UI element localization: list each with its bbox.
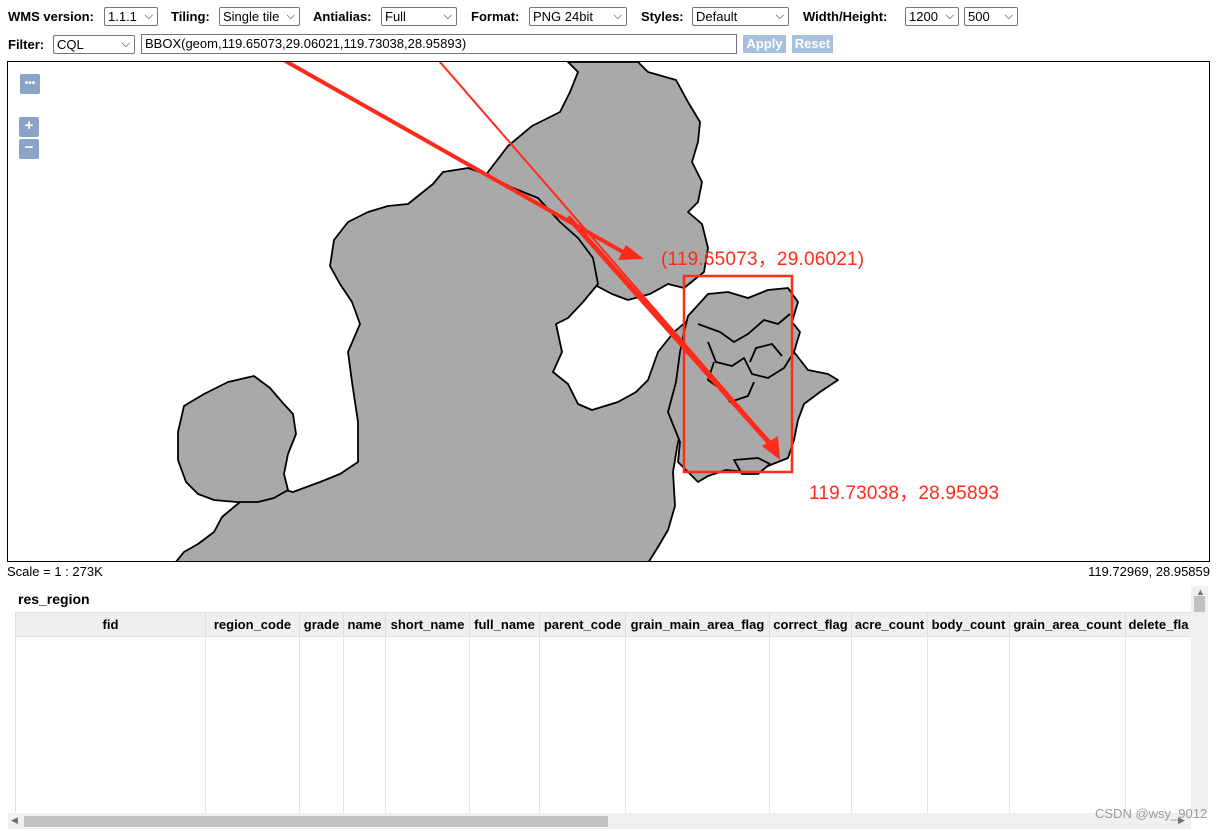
column-header[interactable]: acre_count <box>852 613 928 636</box>
zoom-out-button[interactable]: − <box>19 139 39 159</box>
column-divider <box>1125 636 1126 812</box>
column-divider <box>385 636 386 812</box>
column-header[interactable]: fid <box>16 613 206 636</box>
map-canvas[interactable] <box>8 62 1210 562</box>
column-header[interactable]: grade <box>300 613 344 636</box>
wms-version-label: WMS version: <box>8 9 94 24</box>
column-header[interactable]: delete_fla <box>1126 613 1192 636</box>
watermark: CSDN @wsy_9012 <box>1095 806 1208 821</box>
column-header[interactable]: correct_flag <box>770 613 852 636</box>
horizontal-scrollbar[interactable]: ◀ ▶ <box>8 813 1191 829</box>
chevron-down-icon: ⌵ <box>121 38 130 50</box>
styles-select[interactable]: Default ⌵ <box>692 7 789 26</box>
width-height-label: Width/Height: <box>803 9 888 24</box>
column-header[interactable]: grain_area_count <box>1010 613 1126 636</box>
chevron-down-icon: ⌵ <box>286 10 295 22</box>
height-select[interactable]: 500 ⌵ <box>964 7 1018 26</box>
zoom-in-button[interactable]: + <box>19 117 39 137</box>
layer-title: res_region <box>18 591 90 607</box>
filter-type-select[interactable]: CQL ⌵ <box>53 35 135 54</box>
annotation-bottom-coords: 119.73038，28.95893 <box>809 483 1000 504</box>
apply-button[interactable]: Apply <box>743 35 786 53</box>
tiling-label: Tiling: <box>171 9 210 24</box>
column-divider <box>625 636 626 812</box>
column-divider <box>1009 636 1010 812</box>
styles-label: Styles: <box>641 9 684 24</box>
options-toggle-icon[interactable]: ••• <box>20 74 40 94</box>
column-divider <box>539 636 540 812</box>
wms-version-select[interactable]: 1.1.1 ⌵ <box>104 7 158 26</box>
tiling-select[interactable]: Single tile ⌵ <box>219 7 300 26</box>
antialias-select[interactable]: Full ⌵ <box>381 7 457 26</box>
format-label: Format: <box>471 9 520 24</box>
column-header[interactable]: name <box>344 613 386 636</box>
chevron-down-icon: ⌵ <box>613 10 622 22</box>
vertical-scrollbar[interactable]: ▲ <box>1191 586 1208 814</box>
column-divider <box>851 636 852 812</box>
table-header: fid region_code grade name short_name full_na… <box>16 612 1192 637</box>
scroll-left-icon[interactable]: ◀ <box>11 815 18 826</box>
attribute-table: fid region_code grade name short_name full_na… <box>15 612 1192 812</box>
width-select[interactable]: 1200 ⌵ <box>905 7 959 26</box>
chevron-down-icon: ⌵ <box>945 10 954 22</box>
column-header[interactable]: full_name <box>470 613 540 636</box>
format-select[interactable]: PNG 24bit ⌵ <box>529 7 627 26</box>
map-viewport[interactable]: ••• + − (119.65073，29.06021) 119.73038，2… <box>7 61 1210 562</box>
column-header[interactable]: grain_main_area_flag <box>626 613 770 636</box>
scale-text: Scale = 1 : 273K <box>7 564 103 579</box>
filter-label: Filter: <box>8 37 45 52</box>
column-divider <box>769 636 770 812</box>
chevron-down-icon: ⌵ <box>1004 10 1013 22</box>
column-divider <box>469 636 470 812</box>
filter-input[interactable]: BBOX(geom,119.65073,29.06021,119.73038,2… <box>141 34 737 54</box>
vertical-scroll-thumb[interactable] <box>1194 596 1205 612</box>
chevron-down-icon: ⌵ <box>775 10 784 22</box>
reset-button[interactable]: Reset <box>792 35 833 53</box>
column-header[interactable]: region_code <box>206 613 300 636</box>
column-header[interactable]: body_count <box>928 613 1010 636</box>
column-divider <box>927 636 928 812</box>
chevron-down-icon: ⌵ <box>443 10 452 22</box>
column-header[interactable]: short_name <box>386 613 470 636</box>
cursor-coords: 119.72969, 28.95859 <box>1088 564 1210 579</box>
column-divider <box>343 636 344 812</box>
column-divider <box>299 636 300 812</box>
chevron-down-icon: ⌵ <box>144 10 153 22</box>
region-west <box>177 375 297 503</box>
annotation-top-coords: (119.65073，29.06021) <box>661 249 865 270</box>
horizontal-scroll-thumb[interactable] <box>24 816 608 827</box>
antialias-label: Antialias: <box>313 9 372 24</box>
column-divider <box>205 636 206 812</box>
column-header[interactable]: parent_code <box>540 613 626 636</box>
